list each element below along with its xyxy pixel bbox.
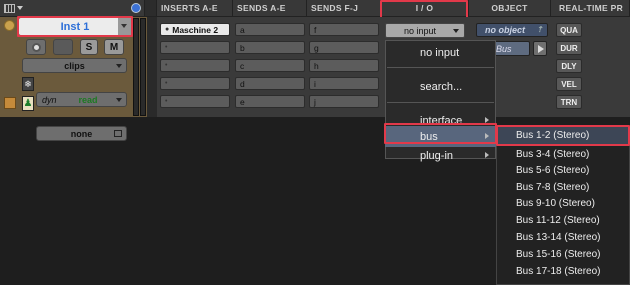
strip-divider [147,17,157,117]
menu-separator [387,67,494,68]
bus-item-17-18[interactable]: Bus 17-18 (Stereo) [516,263,601,280]
send-slot-b[interactable]: b [235,41,305,54]
chevron-down-icon [116,64,122,68]
insert-bullet-icon: ● [165,26,170,33]
send-slot-e[interactable]: e [235,95,305,108]
send-slot-h[interactable]: h [309,59,379,72]
none-label: none [70,128,93,139]
window-icon [114,130,122,137]
object-selector[interactable]: no object ⇡ [476,23,548,37]
submenu-arrow-icon [485,152,489,158]
track-options-icon[interactable] [4,20,15,31]
bus-item-9-10[interactable]: Bus 9-10 (Stereo) [516,195,595,212]
bus-item-15-16[interactable]: Bus 15-16 (Stereo) [516,246,601,263]
rt-dur-button[interactable]: DUR [556,41,582,55]
instrument-icon [4,97,16,109]
pin-icon: ⇡ [536,25,543,34]
level-meter-left [133,18,139,116]
group-dropdown[interactable]: none [36,126,127,141]
send-slot-a[interactable]: a [235,23,305,36]
object-label: no object [485,25,525,35]
input-monitor-button[interactable] [53,39,73,55]
clock-icon[interactable] [131,3,141,13]
insert-slot-c[interactable]: • [160,59,230,72]
mute-button[interactable]: M [104,39,124,55]
play-icon [538,45,544,53]
bus-item-3-4[interactable]: Bus 3-4 (Stereo) [516,146,589,163]
bus-item-11-12[interactable]: Bus 11-12 (Stereo) [516,212,600,229]
clips-label: clips [64,60,85,71]
insert-slot-e[interactable]: • [160,95,230,108]
bus-item-7-8[interactable]: Bus 7-8 (Stereo) [516,179,589,196]
send-slot-j[interactable]: j [309,95,379,108]
rt-trn-button[interactable]: TRN [556,95,582,109]
menu-item-search[interactable]: search... [385,76,496,97]
menu-item-no-input[interactable]: no input [385,42,496,63]
send-slot-g[interactable]: g [309,41,379,54]
level-meter-right [140,18,146,116]
send-slot-c[interactable]: c [235,59,305,72]
bus-item-5-6[interactable]: Bus 5-6 (Stereo) [516,162,589,179]
clips-dropdown[interactable]: clips [22,58,127,73]
menu-item-label: no input [420,46,460,59]
chevron-down-icon [453,29,459,33]
menu-item-label: plug-in [420,149,454,162]
insert-bullet-icon: • [165,80,168,87]
insert-bullet-icon: • [165,44,168,51]
chevron-down-icon[interactable] [17,6,23,10]
insert-slot-d[interactable]: • [160,77,230,90]
output-bus-selector[interactable]: Bus [492,41,530,56]
menu-item-plugin[interactable]: plug-in [385,145,496,166]
read-label: read [78,94,98,105]
solo-button[interactable]: S [80,39,98,55]
track-name-text: Inst 1 [60,20,90,33]
send-slot-i[interactable]: i [309,77,379,90]
freeze-icon[interactable]: ❄ [22,77,34,91]
rt-dly-button[interactable]: DLY [556,59,582,73]
bus-item-1-2[interactable]: Bus 1-2 (Stereo) [516,127,589,144]
header-object: OBJECT [469,0,551,17]
header-sends-fj: SENDS F-J [307,0,381,17]
menu-separator [387,102,494,103]
track-header [0,0,145,17]
header-sends-ae: SENDS A-E [233,0,307,17]
input-selector[interactable]: no input [385,23,465,38]
header-spacer [145,0,157,17]
insert-slot-a[interactable]: ● Maschine 2 [160,23,230,36]
track-name-dropdown-icon[interactable] [118,18,131,35]
figure-icon[interactable]: ♟ [22,96,34,111]
insert-slot-b[interactable]: • [160,41,230,54]
output-play-button[interactable] [533,41,547,56]
chevron-down-icon [116,98,122,102]
send-slot-f[interactable]: f [309,23,379,36]
insert-bullet-icon: • [165,98,168,105]
send-slot-d[interactable]: d [235,77,305,90]
bus-item-13-14[interactable]: Bus 13-14 (Stereo) [516,229,601,246]
record-icon [31,42,41,52]
track-name-field[interactable]: Inst 1 [19,18,131,35]
columns-icon[interactable] [4,3,15,13]
rt-qua-button[interactable]: QUA [556,23,582,37]
dyn-label: dyn [42,94,57,105]
input-selector-label: no input [403,25,437,36]
rt-vel-button[interactable]: VEL [556,77,582,91]
insert-bullet-icon: • [165,62,168,69]
header-realtime: REAL-TIME PR [551,0,630,17]
header-inserts: INSERTS A-E [157,0,233,17]
record-button[interactable] [26,39,46,55]
bus-highlight-box [384,123,497,144]
automation-mode-dropdown[interactable]: dyn read [36,92,127,107]
menu-item-label: search... [420,80,463,93]
insert-label: Maschine 2 [172,24,219,35]
